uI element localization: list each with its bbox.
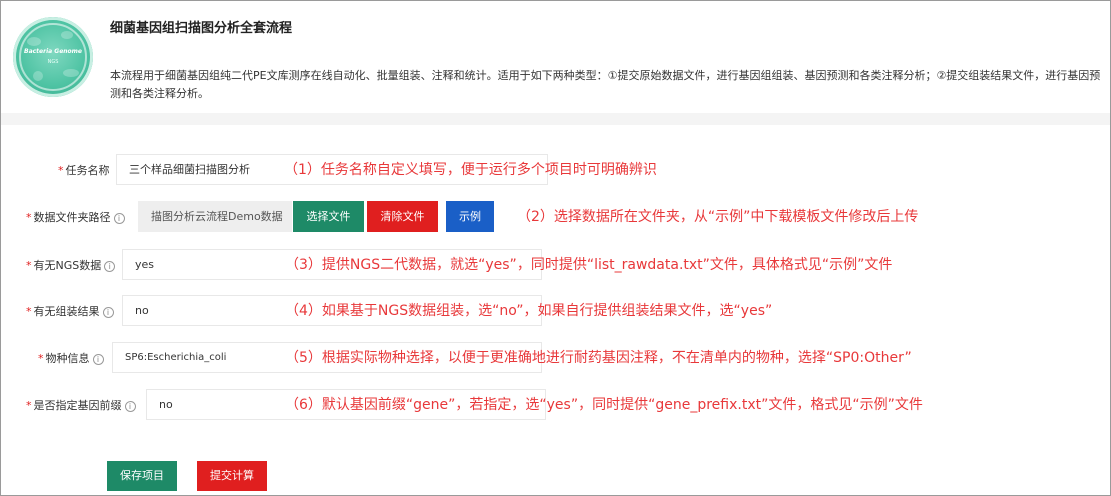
- has-ngs-label-text: 有无NGS数据: [33, 259, 102, 272]
- required-mark: *: [38, 352, 44, 365]
- info-icon[interactable]: i: [102, 307, 114, 318]
- task-name-note: （1）任务名称自定义填写，便于运行多个项目时可明确辨识: [284, 162, 657, 178]
- gene-prefix-label-text: 是否指定基因前缀: [33, 399, 122, 412]
- info-icon[interactable]: i: [104, 261, 116, 272]
- has-assembly-label-text: 有无组装结果: [33, 305, 100, 318]
- has-ngs-note: （3）提供NGS二代数据，就选“yes”，同时提供“list_rawdata.t…: [285, 257, 893, 273]
- task-name-label: * 任务名称: [58, 162, 110, 178]
- has-ngs-label: * 有无NGS数据 i: [26, 257, 116, 273]
- logo-subtext: NGS: [47, 59, 59, 65]
- required-mark: *: [26, 399, 32, 412]
- section-divider: [1, 113, 1110, 125]
- gene-prefix-note: （6）默认基因前缀“gene”，若指定，选“yes”，同时提供“gene_pre…: [285, 397, 923, 413]
- data-folder-label: * 数据文件夹路径 i: [26, 209, 125, 225]
- data-folder-path-display: 描图分析云流程Demo数据: [138, 201, 292, 232]
- data-folder-note: （2）选择数据所在文件夹，从“示例”中下载模板文件修改后上传: [517, 209, 919, 225]
- logo-bacteria-shape: [27, 37, 41, 46]
- pipeline-header: Bacteria Genome NGS 细菌基因组扫描图分析全套流程 本流程用于…: [1, 1, 1110, 113]
- has-assembly-note: （4）如果基于NGS数据组装，选“no”，如果自行提供组装结果文件，选“yes”: [285, 303, 773, 319]
- species-label-text: 物种信息: [45, 352, 90, 365]
- info-icon[interactable]: i: [92, 354, 104, 365]
- task-name-label-text: 任务名称: [65, 164, 110, 177]
- species-note: （5）根据实际物种选择，以便于更准确地进行耐药基因注释，不在清单内的物种，选择“…: [285, 350, 912, 366]
- example-button[interactable]: 示例: [446, 201, 494, 232]
- submit-compute-button[interactable]: 提交计算: [197, 461, 267, 491]
- save-project-button[interactable]: 保存项目: [107, 461, 177, 491]
- gene-prefix-label: * 是否指定基因前缀 i: [26, 397, 136, 413]
- logo-ring: [19, 23, 87, 91]
- info-icon[interactable]: i: [124, 401, 136, 412]
- required-mark: *: [26, 305, 32, 318]
- has-assembly-label: * 有无组装结果 i: [26, 303, 114, 319]
- page-description: 本流程用于细菌基因组纯二代PE文库测序在线自动化、批量组装、注释和统计。适用于如…: [110, 69, 1101, 100]
- logo-bacteria-shape: [61, 31, 73, 39]
- required-mark: *: [26, 259, 32, 272]
- select-file-button[interactable]: 选择文件: [293, 201, 364, 232]
- logo-text: Bacteria Genome: [24, 48, 82, 55]
- species-label: * 物种信息 i: [38, 350, 104, 366]
- data-folder-label-text: 数据文件夹路径: [33, 211, 111, 224]
- page-title: 细菌基因组扫描图分析全套流程: [110, 21, 293, 36]
- logo-bacteria-shape: [63, 69, 79, 77]
- logo-bacteria-shape: [33, 71, 43, 81]
- bacteria-genome-logo: Bacteria Genome NGS: [13, 17, 93, 97]
- required-mark: *: [58, 164, 64, 177]
- info-icon[interactable]: i: [113, 213, 125, 224]
- required-mark: *: [26, 211, 32, 224]
- clear-file-button[interactable]: 清除文件: [367, 201, 438, 232]
